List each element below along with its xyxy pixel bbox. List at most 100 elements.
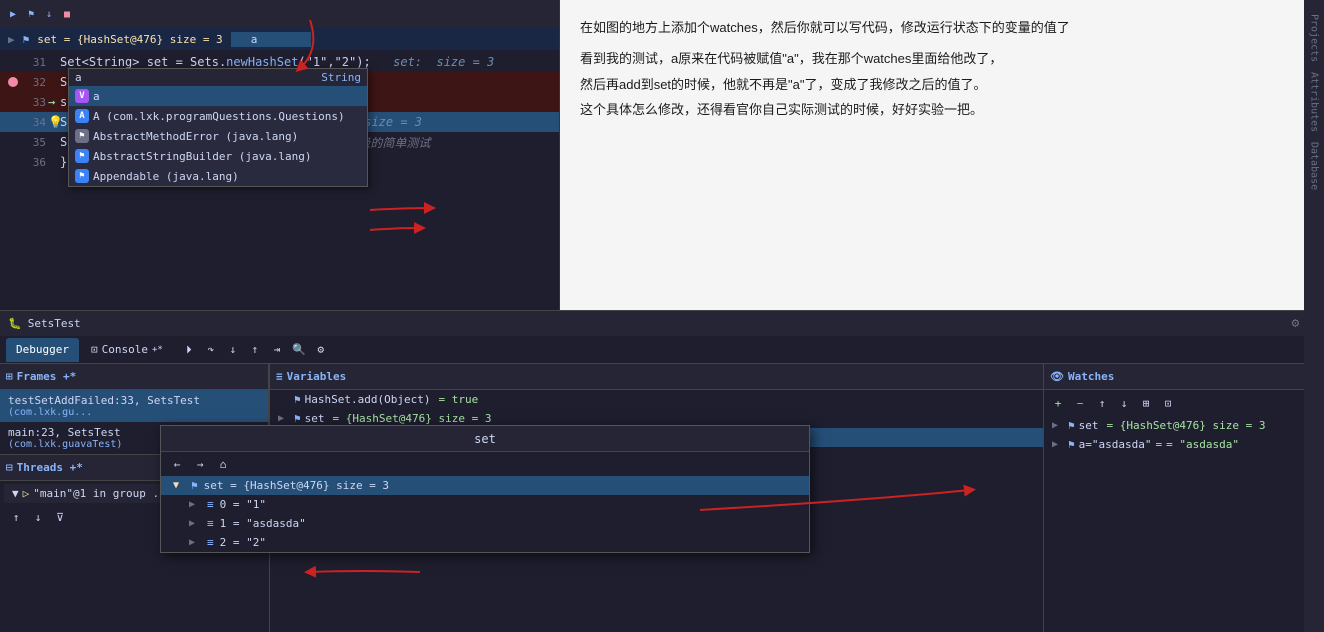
stop-icon[interactable]: ■ [60, 7, 74, 21]
inspector-item-set[interactable]: ▼ ⚑ set = {HashSet@476} size = 3 [161, 476, 809, 495]
frame-main-0: testSetAddFailed:33, SetsTest [8, 394, 260, 407]
threads-icon: ⊟ [6, 461, 13, 474]
watches-scroll[interactable]: ▶ ⚑ set = {HashSet@476} size = 3 ▶ ⚑ a="… [1044, 416, 1324, 632]
step-into-btn[interactable]: ↓ [223, 340, 243, 360]
watch-item-set[interactable]: ▶ ⚑ set = {HashSet@476} size = 3 [1044, 416, 1324, 435]
resume-btn[interactable]: ⏵ [179, 340, 199, 360]
ac-badge-a2: ⚑ [75, 149, 89, 163]
debug-tab-bar: Debugger ⊡ Console +* ⏵ ↷ ↓ ↑ ⇥ 🔍 ⚙ [0, 336, 1324, 364]
code-editor: ▶ ⚑ ↓ ■ ▶ ⚑ set = {HashSet@476} size = 3… [0, 0, 560, 310]
watch-set-icon: ⚑ [1068, 419, 1075, 432]
watch-up-btn[interactable]: ↑ [1092, 393, 1112, 413]
ac-header: a String [69, 69, 367, 86]
sidebar-projects[interactable]: Projects [1309, 10, 1320, 66]
frames-icon: ⊞ [6, 370, 13, 383]
ac-badge-a3: ⚑ [75, 169, 89, 183]
ac-item-AbstractMethodError[interactable]: ⚑ AbstractMethodError (java.lang) [69, 126, 367, 146]
inspector-forward-btn[interactable]: → [190, 454, 210, 474]
annotation-line1: 在如图的地方上添加个watches，然后你就可以写代码，修改运行状态下的变量的值… [580, 16, 1304, 39]
inspector-0-icon: ≡ [207, 498, 214, 511]
thread-up-btn[interactable]: ↑ [6, 507, 26, 527]
annotation-line4: 这个具体怎么修改，还得看官你自己实际测试的时候，好好实验一把。 [580, 98, 1304, 121]
right-sidebar: Projects Attributes Database [1304, 0, 1324, 632]
frames-header: ⊞ Frames +* [0, 364, 268, 390]
ac-item-a[interactable]: V a [69, 86, 367, 106]
var-set-icon: ⚑ [294, 412, 301, 425]
editor-toolbar: ▶ ⚑ ↓ ■ [0, 0, 559, 28]
var-hashset-icon: ⚑ [294, 393, 301, 406]
watches-icon: 👁 [1050, 370, 1064, 383]
step-icon[interactable]: ↓ [42, 7, 56, 21]
debugger-tab-label: Debugger [16, 343, 69, 356]
inspector-set-label: set = {HashSet@476} size = 3 [204, 479, 389, 492]
debug-bug-icon: 🐛 [8, 317, 22, 330]
ac-item-label: AbstractMethodError (java.lang) [93, 130, 298, 143]
inspector-home-btn[interactable]: ⌂ [213, 454, 233, 474]
settings-btn[interactable]: ⚙ [311, 340, 331, 360]
variables-icon: ≡ [276, 370, 283, 383]
annotation-text: 在如图的地方上添加个watches，然后你就可以写代码，修改运行状态下的变量的值… [580, 16, 1304, 122]
var-item-hashset-add[interactable]: ⚑ HashSet.add(Object) = true [270, 390, 1043, 409]
ac-item-Appendable[interactable]: ⚑ Appendable (java.lang) [69, 166, 367, 186]
inspector-item-1[interactable]: ▶ ≡ 1 = "asdasda" [161, 514, 809, 533]
thread-down-btn[interactable]: ↓ [28, 507, 48, 527]
inspector-2-label: 2 = "2" [220, 536, 266, 549]
console-icon: ⊡ [91, 343, 98, 356]
watch-expand-arrow[interactable]: ▶ [8, 33, 15, 46]
ac-item-label: AbstractStringBuilder (java.lang) [93, 150, 312, 163]
annotation-panel: 在如图的地方上添加个watches，然后你就可以写代码，修改运行状态下的变量的值… [560, 0, 1324, 310]
ac-item-label: Appendable (java.lang) [93, 170, 239, 183]
step-over-btn[interactable]: ↷ [201, 340, 221, 360]
variables-label: Variables [287, 370, 347, 383]
watch-down-btn[interactable]: ↓ [1114, 393, 1134, 413]
threads-label: Threads +* [17, 461, 83, 474]
debug-run-icon[interactable]: ⚑ [24, 7, 38, 21]
ac-badge-m: ⚑ [75, 129, 89, 143]
inspector-popup: set ← → ⌂ ▼ ⚑ set = {HashSet@476} size =… [160, 425, 810, 553]
ac-badge-a: A [75, 109, 89, 123]
annotation-line3: 然后再add到set的时候，他就不再是"a"了，变成了我修改之后的值了。 [580, 73, 1304, 96]
inspector-back-btn[interactable]: ← [167, 454, 187, 474]
annotation-line2: 看到我的测试，a原来在代码被赋值"a"，我在那个watches里面给他改了， [580, 47, 1304, 70]
watch-copy-btn[interactable]: ⊞ [1136, 393, 1156, 413]
settings-icon[interactable]: ⚙ [1292, 316, 1300, 331]
autocomplete-dropdown: a String V a A A (com.lxk.programQuestio… [68, 68, 368, 187]
watch-input[interactable]: a [231, 32, 311, 47]
inspector-toolbar: ← → ⌂ [161, 452, 809, 476]
sidebar-database[interactable]: Database [1309, 138, 1320, 194]
watch-value: set = {HashSet@476} size = 3 [37, 33, 222, 46]
ac-item-label: A (com.lxk.programQuestions.Questions) [93, 110, 345, 123]
frame-sub-0: (com.lxk.gu... [8, 407, 260, 418]
ac-item-label: a [93, 90, 100, 103]
debug-titlebar: 🐛 SetsTest ⚙ ▼ [0, 310, 1324, 336]
inspector-item-0[interactable]: ▶ ≡ 0 = "1" [161, 495, 809, 514]
thread-filter-btn[interactable]: ⊽ [50, 507, 70, 527]
tab-console[interactable]: ⊡ Console +* [81, 338, 173, 362]
inspector-1-icon: ≡ [207, 517, 214, 530]
run-icon[interactable]: ▶ [6, 7, 20, 21]
variables-header: ≡ Variables [270, 364, 1043, 390]
sidebar-attributes[interactable]: Attributes [1309, 68, 1320, 136]
step-out-btn[interactable]: ↑ [245, 340, 265, 360]
ac-item-AbstractStringBuilder[interactable]: ⚑ AbstractStringBuilder (java.lang) [69, 146, 367, 166]
console-tab-label: Console [102, 343, 148, 356]
evaluate-btn[interactable]: 🔍 [289, 340, 309, 360]
ac-prefix: a [75, 71, 82, 84]
watch-item-a[interactable]: ▶ ⚑ a="asdasda" = = "asdasda" [1044, 435, 1324, 454]
watch-add-btn[interactable]: + [1048, 393, 1068, 413]
inspector-item-2[interactable]: ▶ ≡ 2 = "2" [161, 533, 809, 552]
watch-expand-btn[interactable]: ⊡ [1158, 393, 1178, 413]
ac-badge-v: V [75, 89, 89, 103]
ac-item-A[interactable]: A A (com.lxk.programQuestions.Questions) [69, 106, 367, 126]
thread-expand[interactable]: ▼ [12, 487, 19, 500]
thread-name: "main"@1 in group ... [33, 487, 172, 500]
watches-label: Watches [1068, 370, 1114, 383]
watch-a-icon: ⚑ [1068, 438, 1075, 451]
thread-icon: ▷ [23, 487, 30, 500]
inspector-1-label: 1 = "asdasda" [220, 517, 306, 530]
run-to-cursor-btn[interactable]: ⇥ [267, 340, 287, 360]
inspector-set-icon: ⚑ [191, 479, 198, 492]
watch-remove-btn[interactable]: − [1070, 393, 1090, 413]
frame-item-0[interactable]: testSetAddFailed:33, SetsTest (com.lxk.g… [0, 390, 268, 422]
tab-debugger[interactable]: Debugger [6, 338, 79, 362]
